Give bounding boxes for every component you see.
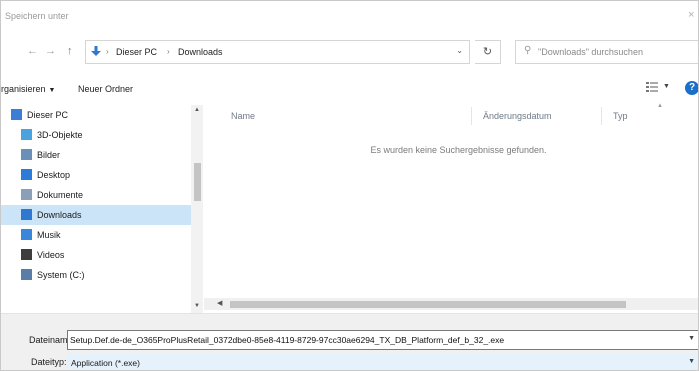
back-arrow-icon[interactable]: ← <box>27 45 38 57</box>
sidebar-item[interactable]: Bilder <box>1 145 191 165</box>
sidebar-item[interactable]: Desktop <box>1 165 191 185</box>
sidebar-item[interactable]: Musik <box>1 225 191 245</box>
music-icon <box>21 229 32 240</box>
organize-label: rganisieren <box>1 84 46 94</box>
drive-icon <box>21 269 32 280</box>
chevron-down-icon: ▼ <box>48 87 56 94</box>
computer-icon <box>11 109 22 120</box>
title-bar: Speichern unter × <box>1 1 698 33</box>
chevron-down-icon[interactable]: ▼ <box>688 358 695 365</box>
column-header-type[interactable]: Typ <box>613 111 628 121</box>
address-bar[interactable]: › Dieser PC › Downloads ⌄ <box>85 40 470 64</box>
sidebar-item[interactable]: Downloads <box>1 205 191 225</box>
up-arrow-icon[interactable]: ↑ <box>67 45 73 57</box>
view-options-icon[interactable] <box>646 82 658 92</box>
command-bar: rganisieren ▼ Neuer Ordner ▼ ? <box>1 77 698 103</box>
3d-objects-icon <box>21 129 32 140</box>
address-row: ← → ↑ › Dieser PC › Downloads ⌄ ↻ ⚲ <box>1 36 698 70</box>
column-divider[interactable] <box>601 107 602 125</box>
navigation-scrollbar[interactable]: ▲ ▼ <box>191 105 203 315</box>
sidebar-item-label: Videos <box>37 250 65 260</box>
filename-value: Setup.Def.de-de_O365ProPlusRetail_0372db… <box>70 333 507 347</box>
sidebar-item[interactable]: Videos <box>1 245 191 265</box>
sidebar-item[interactable]: System (C:) <box>1 265 191 285</box>
breadcrumb-downloads[interactable]: Downloads <box>178 47 223 57</box>
new-folder-button[interactable]: Neuer Ordner <box>78 84 133 94</box>
downloads-icon <box>21 209 32 220</box>
documents-icon <box>21 189 32 200</box>
scroll-thumb[interactable] <box>230 301 626 308</box>
filetype-value: Application (*.exe) <box>71 358 140 368</box>
sidebar-item[interactable]: Dieser PC <box>1 105 191 125</box>
column-divider[interactable] <box>471 107 472 125</box>
filetype-label: Dateityp: <box>31 357 67 367</box>
dialog-title: Speichern unter <box>5 11 69 21</box>
close-icon[interactable]: × <box>688 9 698 21</box>
scroll-up-icon[interactable]: ▲ <box>194 107 200 113</box>
pictures-icon <box>21 149 32 160</box>
sidebar-item-label: Dieser PC <box>27 110 69 120</box>
save-as-dialog: Speichern unter × ← → ↑ › Dieser PC › Do… <box>0 0 699 371</box>
sidebar-item-label: Bilder <box>37 150 61 160</box>
chevron-down-icon[interactable]: ▼ <box>688 335 695 342</box>
refresh-button[interactable]: ↻ <box>475 40 501 64</box>
sidebar-item-label: Dokumente <box>37 190 84 200</box>
breadcrumb-separator: › <box>167 47 170 56</box>
organize-button[interactable]: rganisieren ▼ <box>1 84 55 94</box>
help-icon[interactable]: ? <box>685 81 698 95</box>
sidebar-item[interactable]: 3D-Objekte <box>1 125 191 145</box>
videos-icon <box>21 249 32 260</box>
search-box[interactable]: ⚲ <box>515 40 698 64</box>
chevron-down-icon[interactable]: ⌄ <box>456 46 463 55</box>
chevron-down-icon[interactable]: ▼ <box>663 83 670 90</box>
sidebar-item-label: Musik <box>37 230 61 240</box>
filename-field[interactable]: Setup.Def.de-de_O365ProPlusRetail_0372db… <box>67 330 698 350</box>
downloads-arrow-icon <box>91 46 101 56</box>
file-list: ▲ Name Änderungsdatum Typ Es wurden kein… <box>217 103 698 295</box>
scroll-down-icon[interactable]: ▼ <box>194 303 200 309</box>
sidebar-item-label: Desktop <box>37 170 71 180</box>
sidebar-item-label: Downloads <box>37 210 82 220</box>
search-input[interactable] <box>538 45 698 59</box>
search-icon: ⚲ <box>524 45 532 56</box>
sidebar-item-label: 3D-Objekte <box>37 130 83 140</box>
desktop-icon <box>21 169 32 180</box>
sort-caret-icon: ▲ <box>657 103 663 109</box>
empty-results-message: Es wurden keine Suchergebnisse gefunden. <box>370 145 547 155</box>
forward-arrow-icon[interactable]: → <box>45 45 56 57</box>
sidebar-item-label: System (C:) <box>37 270 85 280</box>
navigation-pane: Dieser PC 3D-Objekte Bilder Desktop Dokument… <box>1 105 203 315</box>
scroll-thumb[interactable] <box>194 163 201 201</box>
sidebar-item[interactable]: Dokumente <box>1 185 191 205</box>
save-footer: Dateiname: Setup.Def.de-de_O365ProPlusRe… <box>1 313 698 370</box>
column-header-name[interactable]: Name <box>231 111 255 121</box>
filetype-select[interactable]: Application (*.exe) ▼ <box>67 354 698 370</box>
horizontal-scrollbar[interactable]: ◀ <box>204 298 698 310</box>
breadcrumb-this-pc[interactable]: Dieser PC <box>116 47 157 57</box>
scroll-left-icon[interactable]: ◀ <box>217 299 222 307</box>
breadcrumb-separator: › <box>106 47 109 56</box>
column-header-date[interactable]: Änderungsdatum <box>483 111 552 121</box>
